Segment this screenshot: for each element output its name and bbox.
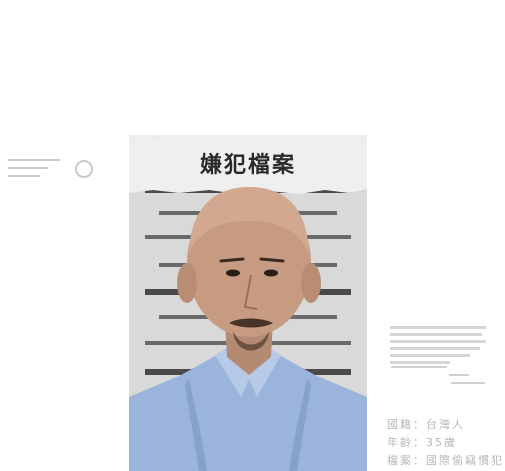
file-label: 檔案：國際偷竊慣犯: [387, 454, 504, 467]
suspect-portrait: [129, 187, 367, 471]
notes-block: [390, 326, 490, 368]
age-label: 年齡：35歲: [387, 436, 457, 449]
circle-icon: [75, 160, 93, 178]
nationality-label: 國籍：台灣人: [387, 418, 465, 431]
decorative-lines: [8, 159, 60, 183]
suspect-poster: 嫌犯檔案: [129, 135, 367, 471]
suspect-info: 國籍：台灣人 年齡：35歲 檔案：國際偷竊慣犯: [387, 416, 504, 470]
